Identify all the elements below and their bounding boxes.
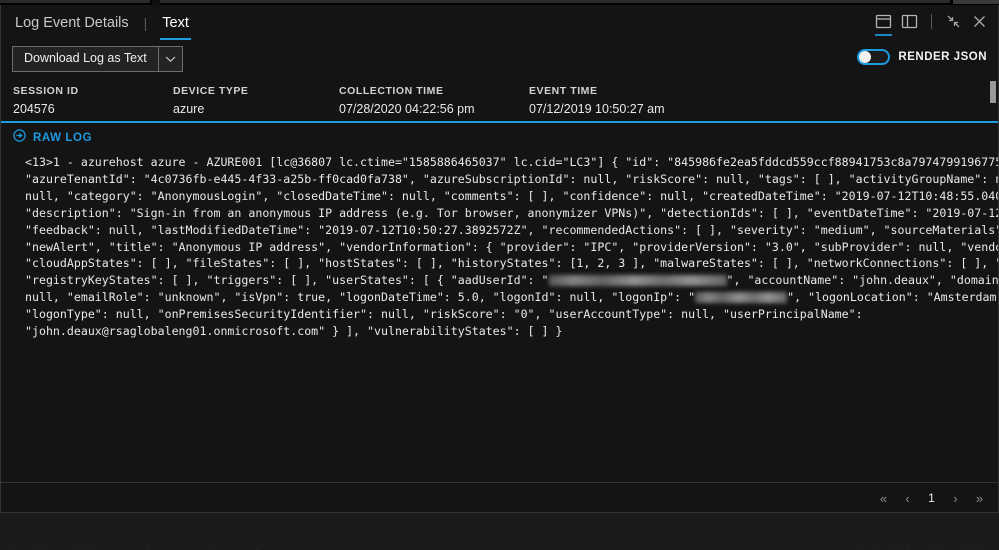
metadata-session-id: SESSION ID 204576 <box>13 85 173 121</box>
metadata-session-id-value: 204576 <box>13 102 55 116</box>
download-log-as-text-button[interactable]: Download Log as Text <box>12 46 158 72</box>
details-panel: Log Event Details | Text Download Log as… <box>0 5 999 513</box>
metadata-event-time: EVENT TIME 07/12/2019 10:50:27 am <box>529 85 729 121</box>
control-divider <box>931 14 932 29</box>
tab-bar: Log Event Details | Text <box>1 5 998 41</box>
chrome-segment-left <box>0 0 150 3</box>
pagination-current-page[interactable]: 1 <box>921 487 942 509</box>
raw-log-line: "cloudAppStates": [ ], "fileStates": [ ]… <box>25 256 998 271</box>
raw-log-line: null, "emailRole": "unknown", "isVpn": t… <box>25 289 998 306</box>
action-row: Download Log as Text RENDER JSON <box>1 41 998 77</box>
metadata-device-type-label: DEVICE TYPE <box>173 85 249 97</box>
chrome-segment-center <box>160 0 950 3</box>
metadata-device-type: DEVICE TYPE azure <box>173 85 339 121</box>
raw-log-content[interactable]: <13>1 - azurehost azure - AZURE001 [lc@3… <box>1 150 998 510</box>
pagination-next-button[interactable]: › <box>945 487 966 509</box>
download-options-chevron-down-icon[interactable] <box>157 46 183 72</box>
raw-log-line: "feedback": null, "lastModifiedDateTime"… <box>25 222 998 237</box>
tab-text-label: Text <box>162 14 189 31</box>
metadata-scrollbar-thumb[interactable] <box>990 81 996 103</box>
raw-log-line: "registryKeyStates": [ ], "triggers": [ … <box>25 272 998 289</box>
raw-log-line: <13>1 - azurehost azure - AZURE001 [lc@3… <box>25 155 998 169</box>
log-event-details-window: Log Event Details | Text Download Log as… <box>0 0 999 550</box>
redacted-value <box>695 292 788 304</box>
background-window-sliver: . .. .. . . . .. .. .. .. <box>0 513 999 550</box>
event-metadata-bar: SESSION ID 204576 DEVICE TYPE azure COLL… <box>1 77 998 123</box>
metadata-event-time-label: EVENT TIME <box>529 85 598 97</box>
metadata-device-type-value: azure <box>173 102 205 116</box>
metadata-event-time-value: 07/12/2019 10:50:27 am <box>529 102 665 116</box>
raw-log-line: "newAlert", "title": "Anonymous IP addre… <box>25 239 998 254</box>
raw-log-text: ", "logonLocation": "Amsterdam, Noord-Ho… <box>787 290 998 305</box>
raw-log-line: "description": "Sign-in from an anonymou… <box>25 205 998 220</box>
raw-log-line: "logonType": null, "onPremisesSecurityId… <box>25 307 863 322</box>
tab-log-event-details[interactable]: Log Event Details <box>13 7 131 40</box>
raw-log-text: ", "accountName": "john.deaux", "domainN… <box>726 273 998 288</box>
metadata-collection-time-label: COLLECTION TIME <box>339 85 444 97</box>
raw-log-line: null, "category": "AnonymousLogin", "clo… <box>25 188 998 203</box>
sliver-text-right: .. .. .. .. <box>859 544 985 550</box>
pagination-last-button[interactable]: » <box>969 487 990 509</box>
raw-log-header[interactable]: RAW LOG <box>1 126 998 150</box>
tab-separator: | <box>143 15 148 31</box>
metadata-session-id-label: SESSION ID <box>13 85 79 97</box>
switch-knob <box>859 51 872 63</box>
split-layout-icon[interactable] <box>901 13 918 30</box>
window-controls <box>875 13 988 36</box>
panel-layout-icon[interactable] <box>875 13 892 36</box>
metadata-collection-time-value: 07/28/2020 04:22:56 pm <box>339 102 475 116</box>
render-json-toggle[interactable]: RENDER JSON <box>857 49 987 65</box>
raw-log-text: null, "emailRole": "unknown", "isVpn": t… <box>25 290 696 305</box>
sliver-text-left: . .. .. . . . <box>10 544 263 550</box>
pagination-prev-button[interactable]: ‹ <box>897 487 918 509</box>
close-icon[interactable] <box>971 13 988 30</box>
metadata-collection-time: COLLECTION TIME 07/28/2020 04:22:56 pm <box>339 85 529 121</box>
render-json-label: RENDER JSON <box>898 51 987 63</box>
raw-log-line: "azureTenantId": "4c0736fb-e445-4f33-a25… <box>25 171 998 186</box>
tab-text[interactable]: Text <box>160 7 191 40</box>
render-json-switch[interactable] <box>857 49 891 65</box>
raw-log-text: "registryKeyStates": [ ], "triggers": [ … <box>25 273 549 288</box>
raw-log-title: RAW LOG <box>33 132 93 144</box>
chrome-segment-right <box>953 0 999 4</box>
pagination-first-button[interactable]: « <box>873 487 894 509</box>
circle-arrow-icon[interactable] <box>13 129 26 147</box>
raw-log-line: "john.deaux@rsaglobaleng01.onmicrosoft.c… <box>25 324 563 339</box>
redacted-value <box>548 275 727 287</box>
panel-footer: « ‹ 1 › » <box>1 482 998 512</box>
collapse-diagonal-icon[interactable] <box>945 13 962 30</box>
download-button-group: Download Log as Text <box>12 46 183 72</box>
pagination: « ‹ 1 › » <box>873 483 990 513</box>
tab-log-event-details-label: Log Event Details <box>15 14 129 31</box>
